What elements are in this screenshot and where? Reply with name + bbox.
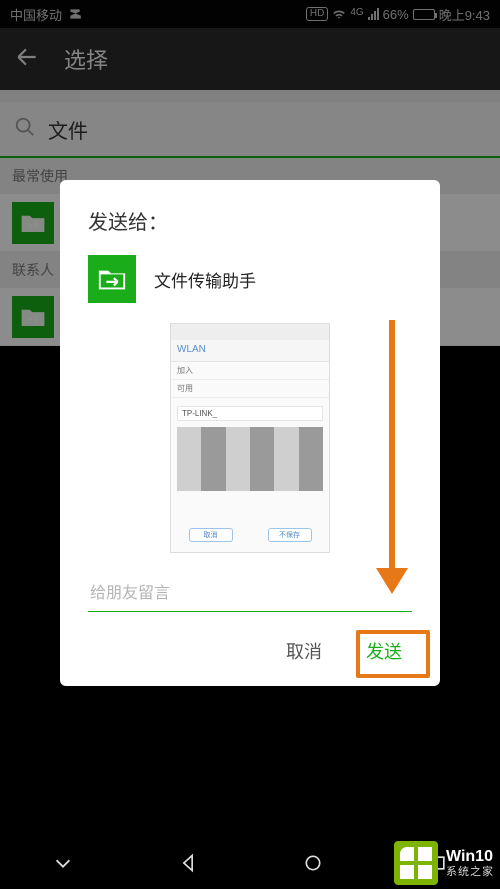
message-input[interactable] bbox=[88, 577, 412, 612]
file-transfer-icon bbox=[88, 255, 136, 303]
thumb-btn-left: 取消 bbox=[189, 528, 233, 542]
thumb-chip: TP-LINK_ bbox=[177, 406, 323, 421]
attachment-thumbnail[interactable]: WLAN 加入 可用 TP-LINK_ 取消 不保存 bbox=[170, 323, 330, 553]
modal-overlay: 发送给： 文件传输助手 WLAN 加入 可用 TP-LINK_ 取消 不保存 bbox=[0, 0, 500, 889]
watermark: Win10 系统之家 bbox=[394, 837, 500, 889]
thumb-title: WLAN bbox=[177, 344, 206, 355]
watermark-line2: 系统之家 bbox=[446, 866, 494, 878]
watermark-logo-icon bbox=[394, 841, 438, 885]
send-button[interactable]: 发送 bbox=[356, 634, 412, 668]
send-dialog: 发送给： 文件传输助手 WLAN 加入 可用 TP-LINK_ 取消 不保存 bbox=[60, 180, 440, 686]
cancel-button[interactable]: 取消 bbox=[286, 638, 322, 664]
watermark-line1: Win10 bbox=[446, 848, 494, 866]
mosaic-blur bbox=[177, 427, 323, 491]
nav-hide-keyboard[interactable] bbox=[0, 852, 125, 874]
thumb-row: 可用 bbox=[171, 380, 329, 398]
dialog-title: 发送给： bbox=[88, 206, 412, 235]
annotation-arrow-icon bbox=[372, 320, 412, 620]
nav-home[interactable] bbox=[250, 853, 375, 873]
nav-back[interactable] bbox=[125, 853, 250, 873]
thumb-btn-right: 不保存 bbox=[268, 528, 312, 542]
recipient-row: 文件传输助手 bbox=[88, 255, 412, 303]
recipient-name: 文件传输助手 bbox=[154, 267, 256, 292]
thumb-row: 加入 bbox=[171, 362, 329, 380]
